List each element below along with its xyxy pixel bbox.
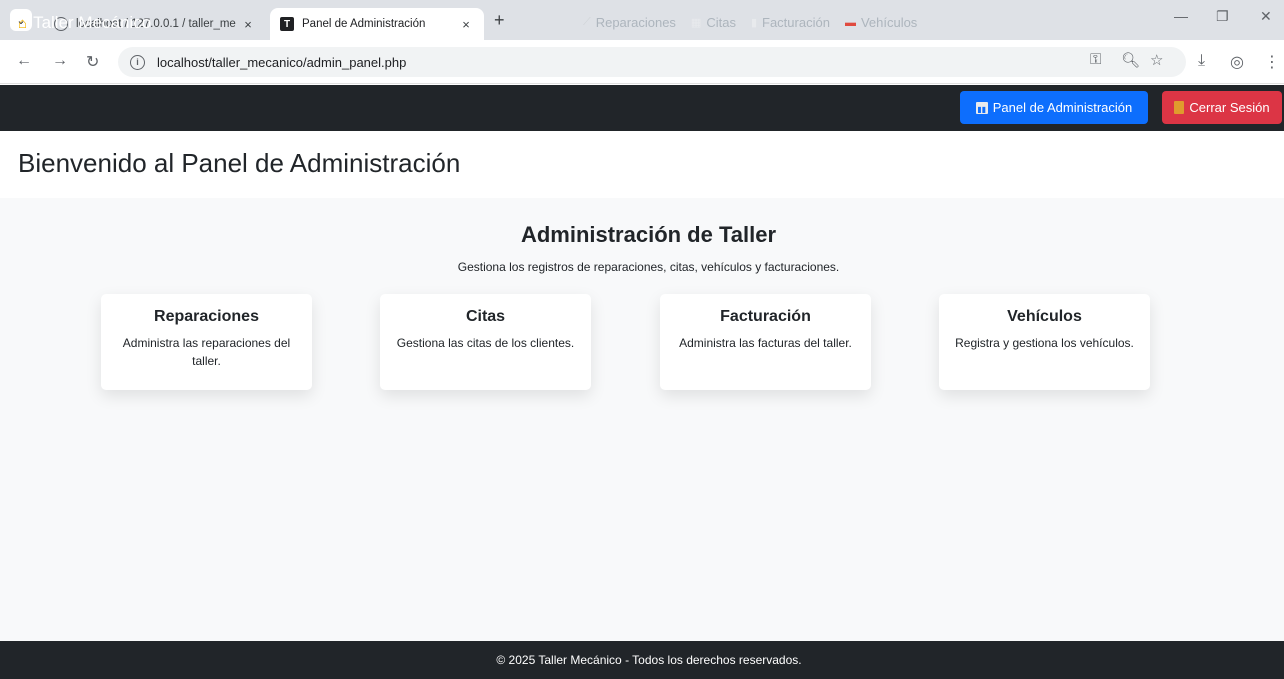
reload-icon[interactable]: ↻ xyxy=(86,52,99,72)
card-text: Administra las facturas del taller. xyxy=(679,336,852,350)
site-info-icon[interactable]: i xyxy=(130,54,145,70)
door-icon xyxy=(1174,101,1185,114)
admin-panel-label: Panel de Administración xyxy=(992,100,1133,115)
nav-link-facturacion[interactable]: ▮ Facturación xyxy=(751,15,830,30)
browser-toolbar: ← → ↻ i localhost/taller_mecanico/admin_… xyxy=(0,40,1284,84)
browser-menu-icon[interactable]: ⋮ xyxy=(1264,52,1280,72)
nav-link-vehiculos[interactable]: ▬ Vehículos xyxy=(845,15,917,30)
logout-label: Cerrar Sesión xyxy=(1189,100,1270,115)
minimize-icon[interactable]: — xyxy=(1174,8,1188,24)
tab-title: Panel de Administración xyxy=(302,18,426,30)
footer-text: © 2025 Taller Mecánico - Todos los derec… xyxy=(496,653,802,667)
brand-link[interactable]: ⌂ Taller Mecánico xyxy=(18,13,151,33)
receipt-icon: ▮ xyxy=(750,17,758,29)
card-text: Registra y gestiona los vehículos. xyxy=(955,336,1134,350)
nav-links: ⟋ Reparaciones ▦ Citas ▮ Facturación ▬ V… xyxy=(583,15,932,30)
card-facturacion[interactable]: Facturación Administra las facturas del … xyxy=(660,294,871,390)
nav-link-reparaciones[interactable]: ⟋ Reparaciones xyxy=(583,15,676,30)
site-favicon-icon: T xyxy=(280,17,294,31)
page-title: Bienvenido al Panel de Administración xyxy=(18,148,461,178)
close-window-icon[interactable]: ✕ xyxy=(1260,8,1272,25)
logout-button[interactable]: Cerrar Sesión xyxy=(1162,91,1282,124)
tab-admin-panel[interactable]: T Panel de Administración × xyxy=(270,8,484,40)
admin-panel-button[interactable]: ▮▮ Panel de Administración xyxy=(960,91,1148,124)
card-reparaciones[interactable]: Reparaciones Administra las reparaciones… xyxy=(101,294,312,390)
card-text: Administra las reparaciones del taller. xyxy=(122,336,291,368)
card-vehiculos[interactable]: Vehículos Registra y gestiona los vehícu… xyxy=(939,294,1150,390)
tab-close-icon[interactable]: × xyxy=(458,17,474,32)
download-icon[interactable]: ⤓ xyxy=(1198,52,1205,70)
new-tab-button[interactable]: + xyxy=(494,10,505,31)
card-title: Reparaciones xyxy=(154,308,259,325)
page-footer: © 2025 Taller Mecánico - Todos los derec… xyxy=(0,641,1284,679)
nav-link-label: Vehículos xyxy=(860,15,918,30)
zoom-icon[interactable]: 🔍︎ xyxy=(1121,51,1140,69)
card-title: Facturación xyxy=(720,308,811,325)
section-subtitle: Gestiona los registros de reparaciones, … xyxy=(457,260,840,274)
house-icon: ⌂ xyxy=(18,14,28,32)
tab-close-icon[interactable]: × xyxy=(240,17,256,32)
nav-link-label: Citas xyxy=(706,15,736,30)
back-icon[interactable]: ← xyxy=(16,52,32,70)
section-title: Administración de Taller xyxy=(520,222,777,247)
bar-chart-icon: ▮▮ xyxy=(975,101,988,114)
nav-link-label: Facturación xyxy=(762,15,830,30)
car-icon: ▬ xyxy=(844,16,856,29)
brand-label: Taller Mecánico xyxy=(33,13,152,32)
nav-link-label: Reparaciones xyxy=(595,15,676,30)
address-bar[interactable]: i localhost/taller_mecanico/admin_panel.… xyxy=(118,47,1186,77)
card-title: Vehículos xyxy=(1007,308,1082,325)
admin-section: Administración de Taller Gestiona los re… xyxy=(0,198,1284,641)
url-text: localhost/taller_mecanico/admin_panel.ph… xyxy=(157,54,407,70)
card-citas[interactable]: Citas Gestiona las citas de los clientes… xyxy=(380,294,591,390)
nav-link-citas[interactable]: ▦ Citas xyxy=(691,15,736,30)
card-title: Citas xyxy=(465,308,506,325)
profile-icon[interactable]: ◎ xyxy=(1230,52,1244,72)
card-text: Gestiona las citas de los clientes. xyxy=(396,336,575,350)
forward-icon[interactable]: → xyxy=(52,52,68,70)
restore-icon[interactable]: ❐ xyxy=(1216,8,1229,25)
password-key-icon[interactable]: ⚿ xyxy=(1090,51,1101,68)
bookmark-star-icon[interactable]: ☆ xyxy=(1150,51,1163,69)
calendar-icon: ▦ xyxy=(690,17,702,29)
wrench-icon: ⟋ xyxy=(583,16,591,28)
